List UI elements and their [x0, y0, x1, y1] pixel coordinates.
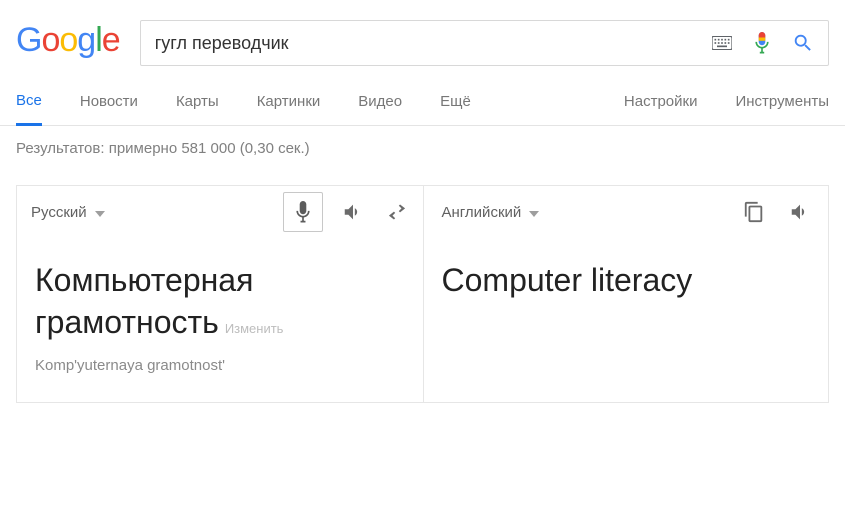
search-box	[140, 20, 829, 66]
keyboard-icon[interactable]	[712, 36, 732, 50]
source-text-value: Компьютерная грамотность	[35, 262, 253, 340]
language-row: Русский Английский	[17, 186, 828, 238]
mic-icon[interactable]	[754, 32, 770, 54]
tab-more[interactable]: Ещё	[440, 93, 471, 124]
mic-icon	[295, 201, 311, 223]
tab-news[interactable]: Новости	[80, 93, 138, 124]
source-panel: Компьютерная грамотностьИзменить Komp'yu…	[17, 238, 423, 402]
swap-icon	[386, 203, 408, 221]
listen-target-button[interactable]	[786, 198, 814, 226]
target-language-label: Английский	[442, 204, 522, 221]
translate-body: Компьютерная грамотностьИзменить Komp'yu…	[17, 238, 828, 402]
logo-letter: g	[77, 21, 95, 59]
edit-link[interactable]: Изменить	[225, 321, 284, 336]
logo-letter: e	[102, 21, 120, 59]
speaker-icon	[340, 201, 366, 223]
source-language-label: Русский	[31, 204, 87, 221]
voice-input-button[interactable]	[283, 192, 323, 232]
target-panel: Computer literacy	[423, 238, 829, 402]
swap-languages-button[interactable]	[383, 198, 411, 226]
logo-letter: o	[59, 21, 77, 59]
transliteration: Komp'yuternaya gramotnost'	[35, 357, 405, 374]
tab-images[interactable]: Картинки	[257, 93, 321, 124]
speaker-icon	[787, 201, 813, 223]
target-lang-bar: Английский	[423, 186, 829, 238]
target-controls	[740, 198, 814, 226]
target-text: Computer literacy	[442, 260, 811, 302]
copy-icon	[743, 200, 765, 224]
translate-card: Русский Английский	[16, 185, 829, 403]
result-stats: Результатов: примерно 581 000 (0,30 сек.…	[0, 126, 845, 157]
tab-video[interactable]: Видео	[358, 93, 402, 124]
source-controls	[283, 192, 411, 232]
caret-down-icon	[95, 204, 105, 221]
tab-tools[interactable]: Инструменты	[735, 93, 829, 124]
target-language-select[interactable]: Английский	[442, 204, 540, 221]
google-logo[interactable]: Google	[16, 21, 120, 60]
logo-letter: o	[41, 21, 59, 59]
search-icon[interactable]	[792, 32, 814, 54]
search-input[interactable]	[155, 33, 712, 54]
logo-letter: G	[16, 21, 41, 59]
tab-all[interactable]: Все	[16, 92, 42, 126]
source-text[interactable]: Компьютерная грамотностьИзменить	[35, 260, 405, 343]
source-lang-bar: Русский	[17, 186, 423, 238]
source-language-select[interactable]: Русский	[31, 204, 105, 221]
header: Google	[0, 0, 845, 66]
tab-maps[interactable]: Карты	[176, 93, 219, 124]
search-box-icons	[712, 32, 814, 54]
tabs-bar: Все Новости Карты Картинки Видео Ещё Нас…	[0, 66, 845, 126]
copy-button[interactable]	[740, 198, 768, 226]
tab-settings[interactable]: Настройки	[624, 93, 698, 124]
caret-down-icon	[529, 204, 539, 221]
listen-source-button[interactable]	[339, 198, 367, 226]
